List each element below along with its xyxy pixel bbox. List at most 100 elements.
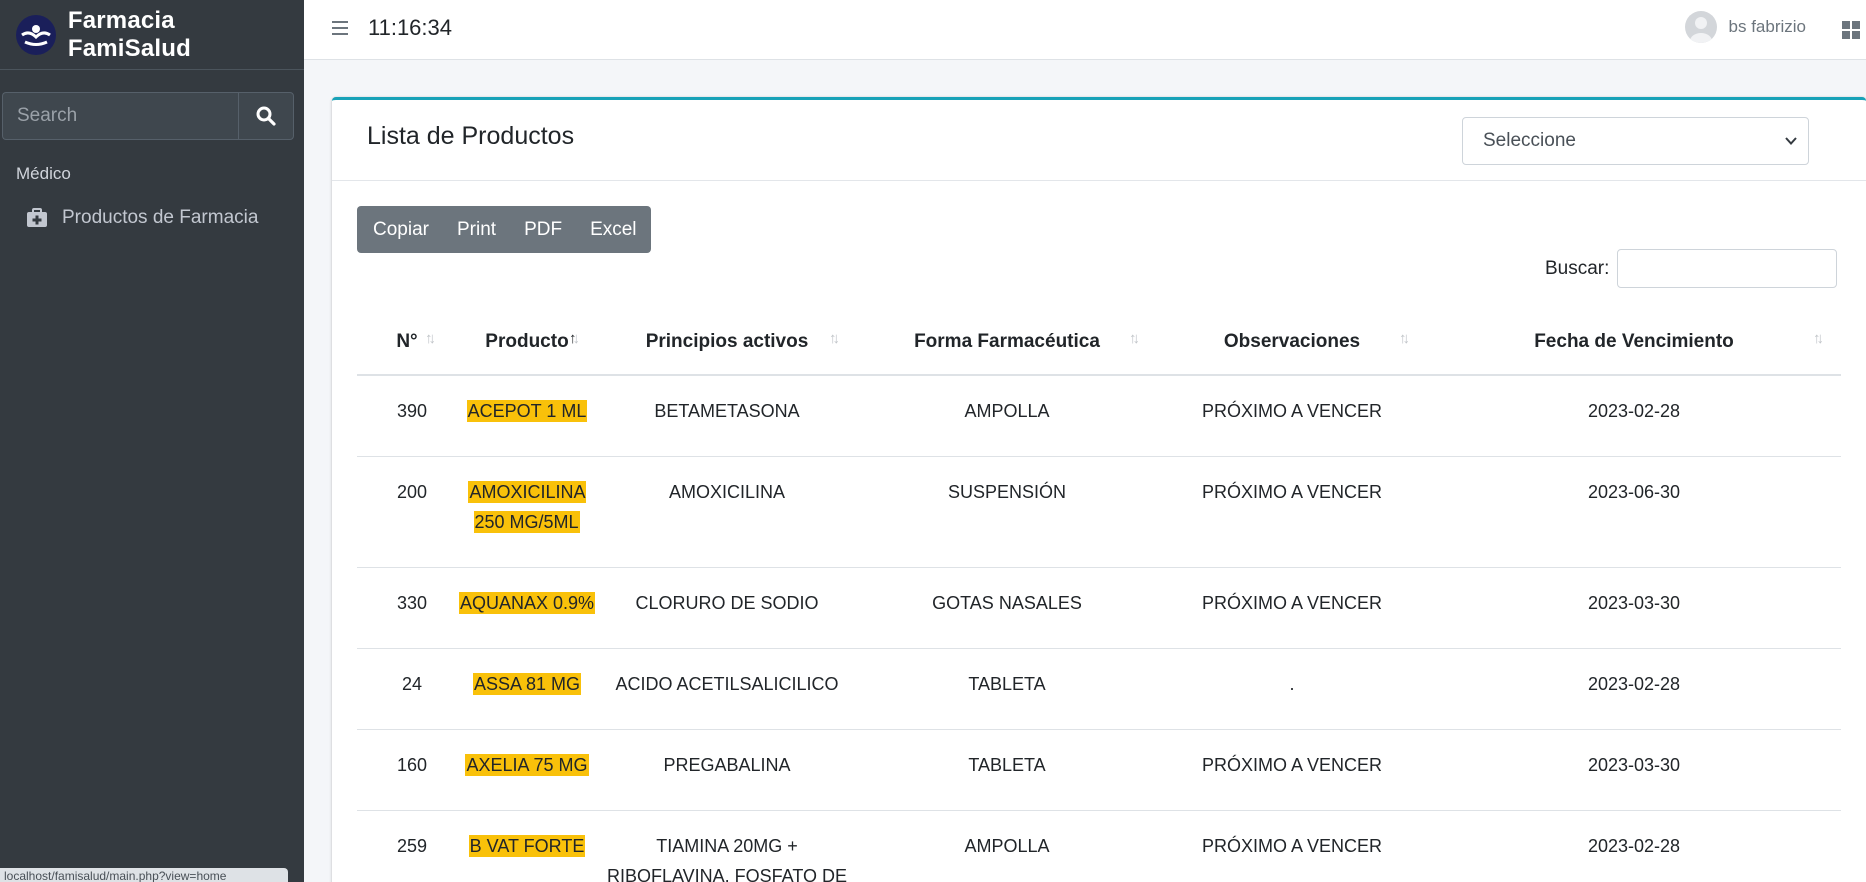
search-icon — [256, 106, 276, 126]
sort-icon: ↑↓ — [829, 330, 840, 347]
cell-n: 259 — [357, 809, 457, 882]
table-search-label: Buscar: — [1545, 257, 1610, 279]
cell-n: 390 — [357, 374, 457, 456]
cell-forma: AMPOLLA — [857, 809, 1157, 882]
avatar — [1684, 11, 1717, 43]
cell-obs: . — [1157, 647, 1427, 729]
cell-n: 160 — [357, 728, 457, 810]
pdf-button[interactable]: PDF — [510, 206, 576, 253]
user-name: bs fabrizio — [1728, 17, 1806, 36]
sidebar-search-button[interactable] — [238, 92, 294, 140]
product-name: B VAT FORTE — [468, 834, 586, 857]
table-header-row: N° ↑↓ Producto ↑↓ Principios activos ↑↓ For… — [357, 310, 1841, 376]
column-header-observaciones[interactable]: Observaciones ↑↓ — [1157, 310, 1427, 376]
brand-name: Farmacia FamiSalud — [67, 6, 192, 62]
hamburger-menu-icon[interactable] — [332, 20, 348, 41]
cell-forma: SUSPENSIÓN — [857, 455, 1157, 567]
table-search: Buscar: — [1545, 249, 1838, 288]
table-row[interactable]: 24 ASSA 81 MG ACIDO ACETILSALICILICO TAB… — [357, 647, 1841, 729]
column-header-producto[interactable]: Producto ↑↓ — [457, 310, 597, 376]
cell-producto: AMOXICILINA 250 MG/5ML — [457, 455, 597, 567]
print-button[interactable]: Print — [443, 206, 510, 253]
chevron-down-icon — [1785, 137, 1797, 145]
apps-grid-icon[interactable] — [1842, 21, 1860, 44]
brand[interactable]: Farmacia FamiSalud — [0, 0, 304, 70]
product-name: ACEPOT 1 ML — [466, 400, 588, 422]
cell-fecha: 2023-02-28 — [1427, 809, 1841, 882]
table-row[interactable]: 390 ACEPOT 1 ML BETAMETASONA AMPOLLA PRÓ… — [357, 374, 1841, 456]
cell-n: 24 — [357, 647, 457, 729]
cell-principio: AMOXICILINA — [597, 455, 857, 567]
table-row[interactable]: 200 AMOXICILINA 250 MG/5ML AMOXICILINA S… — [357, 455, 1841, 567]
product-name: AQUANAX 0.9% — [458, 591, 596, 614]
nav-section-header: Médico — [16, 164, 71, 183]
medkit-icon — [26, 208, 48, 228]
cell-obs: PRÓXIMO A VENCER — [1157, 728, 1427, 810]
cell-obs: PRÓXIMO A VENCER — [1157, 455, 1427, 567]
column-header-label: Observaciones — [1223, 331, 1361, 352]
cell-fecha: 2023-06-30 — [1427, 455, 1841, 567]
sidebar-search-input[interactable] — [2, 92, 238, 140]
cell-fecha: 2023-02-28 — [1427, 647, 1841, 729]
cell-forma: GOTAS NASALES — [857, 566, 1157, 648]
column-header-n[interactable]: N° ↑↓ — [357, 310, 457, 376]
product-name: AMOXICILINA 250 MG/5ML — [468, 480, 586, 533]
cell-obs: PRÓXIMO A VENCER — [1157, 809, 1427, 882]
column-header-label: Principios activos — [645, 331, 809, 352]
column-header-principios[interactable]: Principios activos ↑↓ — [597, 310, 857, 376]
sort-icon: ↑↓ — [425, 330, 436, 347]
cell-principio: PREGABALINA — [597, 728, 857, 810]
products-table: N° ↑↓ Producto ↑↓ Principios activos ↑↓ For… — [357, 310, 1841, 882]
table-search-input[interactable] — [1617, 249, 1838, 288]
card-header: Lista de Productos Seleccione — [332, 100, 1866, 181]
cell-principio: ACIDO ACETILSALICILICO — [597, 647, 857, 729]
cell-n: 200 — [357, 455, 457, 567]
cell-forma: TABLETA — [857, 728, 1157, 810]
table-row[interactable]: 259 B VAT FORTE TIAMINA 20MG + RIBOFLAVI… — [357, 809, 1841, 882]
product-name: ASSA 81 MG — [472, 672, 582, 695]
column-header-forma[interactable]: Forma Farmacéutica ↑↓ — [857, 310, 1157, 376]
sidebar-item-productos[interactable]: Productos de Farmacia — [8, 196, 296, 240]
cell-producto: ASSA 81 MG — [457, 647, 597, 729]
sort-icon: ↑↓ — [1129, 330, 1140, 347]
export-button-group: Copiar Print PDF Excel — [357, 206, 651, 253]
copy-button[interactable]: Copiar — [359, 206, 443, 253]
cell-forma: TABLETA — [857, 647, 1157, 729]
brand-logo-icon — [16, 14, 56, 55]
cell-producto: ACEPOT 1 ML — [457, 374, 597, 456]
cell-n: 330 — [357, 566, 457, 648]
column-header-fecha[interactable]: Fecha de Vencimiento ↑↓ — [1427, 310, 1841, 376]
cell-fecha: 2023-02-28 — [1427, 374, 1841, 456]
filter-select[interactable]: Seleccione — [1462, 117, 1809, 165]
cell-principio: TIAMINA 20MG + RIBOFLAVINA, FOSFATO DE S… — [597, 809, 857, 882]
cell-fecha: 2023-03-30 — [1427, 728, 1841, 810]
product-name: AXELIA 75 MG — [465, 753, 589, 776]
cell-producto: B VAT FORTE — [457, 809, 597, 882]
user-menu[interactable]: bs fabrizio — [1684, 11, 1806, 43]
column-header-label: N° — [396, 331, 418, 352]
excel-button[interactable]: Excel — [576, 206, 650, 253]
table-row[interactable]: 160 AXELIA 75 MG PREGABALINA TABLETA PRÓ… — [357, 728, 1841, 810]
clock: 11:16:34 — [368, 15, 453, 40]
sidebar-search — [2, 92, 294, 140]
page-title: Lista de Productos — [367, 122, 575, 150]
top-navbar: 11:16:34 bs fabrizio — [304, 0, 1866, 60]
products-card: Lista de Productos Seleccione Copiar Pri… — [332, 97, 1866, 882]
sidebar: Farmacia FamiSalud Médico Productos de F… — [0, 0, 304, 882]
sort-icon: ↑↓ — [1813, 330, 1824, 347]
column-header-label: Forma Farmacéutica — [914, 331, 1100, 352]
browser-status-url: localhost/famisalud/main.php?view=home — [0, 868, 288, 882]
sidebar-item-label: Productos de Farmacia — [62, 207, 259, 228]
cell-forma: AMPOLLA — [857, 374, 1157, 456]
filter-select-value: Seleccione — [1483, 130, 1576, 151]
cell-producto: AQUANAX 0.9% — [457, 566, 597, 648]
cell-fecha: 2023-03-30 — [1427, 566, 1841, 648]
cell-principio: CLORURO DE SODIO — [597, 566, 857, 648]
cell-obs: PRÓXIMO A VENCER — [1157, 566, 1427, 648]
table-row[interactable]: 330 AQUANAX 0.9% CLORURO DE SODIO GOTAS … — [357, 566, 1841, 648]
cell-obs: PRÓXIMO A VENCER — [1157, 374, 1427, 456]
column-header-label: Fecha de Vencimiento — [1534, 331, 1734, 352]
sort-icon: ↑↓ — [1399, 330, 1410, 347]
column-header-label: Producto — [485, 331, 569, 352]
cell-producto: AXELIA 75 MG — [457, 728, 597, 810]
